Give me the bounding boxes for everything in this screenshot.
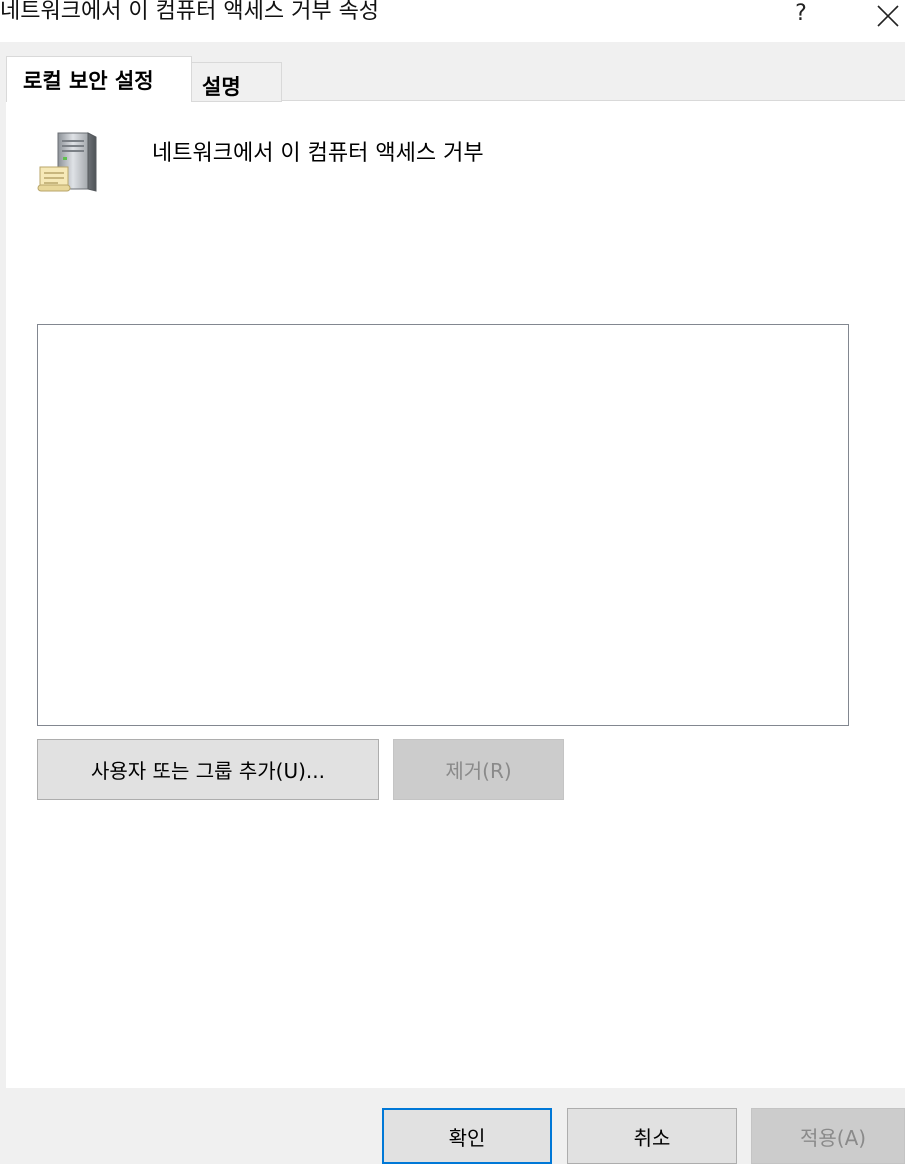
tab-explain[interactable]: 설명 <box>192 62 282 102</box>
apply-button[interactable]: 적용(A) <box>751 1108 905 1164</box>
ok-button[interactable]: 확인 <box>382 1108 552 1164</box>
add-user-or-group-button[interactable]: 사용자 또는 그룹 추가(U)... <box>37 739 379 800</box>
close-button[interactable] <box>870 0 904 30</box>
policy-name: 네트워크에서 이 컴퓨터 액세스 거부 <box>152 141 484 166</box>
tab-panel: 네트워크에서 이 컴퓨터 액세스 거부 사용자 또는 그룹 추가(U)... 제… <box>6 100 905 1088</box>
help-button[interactable]: ? <box>786 0 816 28</box>
window-title: 네트워크에서 이 컴퓨터 액세스 거부 속성 <box>0 0 380 24</box>
remove-button[interactable]: 제거(R) <box>393 739 564 800</box>
server-policy-icon <box>36 131 100 195</box>
members-listbox[interactable] <box>37 324 849 726</box>
close-icon <box>877 5 899 27</box>
tab-local-security-setting[interactable]: 로컬 보안 설정 <box>6 56 192 102</box>
properties-dialog: 네트워크에서 이 컴퓨터 액세스 거부 속성 ? 로컬 보안 설정 설명 네트워… <box>0 0 905 1164</box>
title-bar[interactable]: 네트워크에서 이 컴퓨터 액세스 거부 속성 ? <box>0 0 905 42</box>
cancel-button[interactable]: 취소 <box>567 1108 737 1164</box>
